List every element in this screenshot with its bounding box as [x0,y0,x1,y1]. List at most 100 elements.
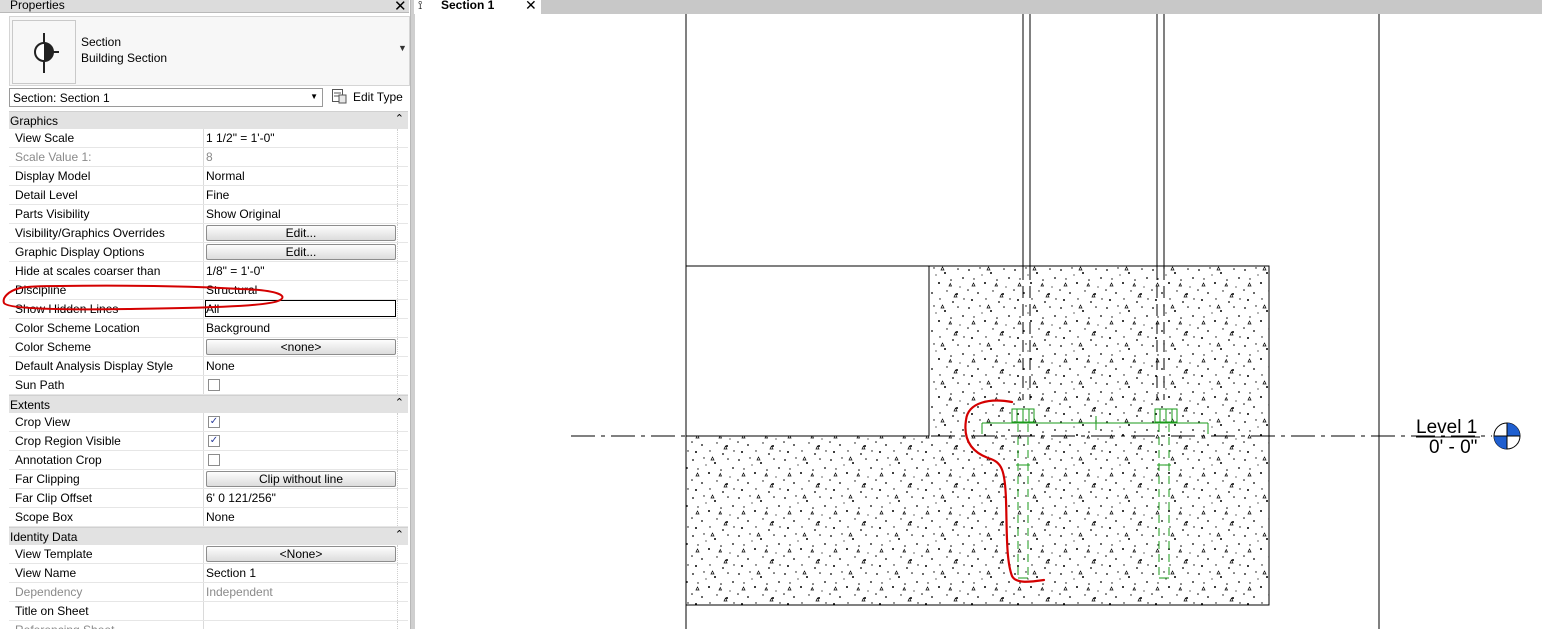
property-value: Independent [206,585,273,599]
grid-gutter [397,432,409,450]
property-value-cell[interactable]: 1 1/2" = 1'-0" [203,129,396,147]
property-row: Far Clipping Clip without line [9,470,408,489]
close-icon[interactable]: ✕ [394,0,407,15]
property-row: View Name Section 1 [9,564,408,583]
edit-type-button[interactable]: Edit Type [330,87,408,108]
tab-section-1[interactable]: ⟟ Section 1 ✕ [414,0,541,14]
property-checkbox[interactable]: ✓ [208,416,220,428]
grid-gutter [397,205,409,223]
property-value-cell[interactable]: Clip without line [203,470,396,488]
property-edit-button[interactable]: <None> [206,546,396,562]
property-value: 6' 0 121/256" [206,491,276,505]
grid-gutter [397,489,409,507]
section-header-graphics[interactable]: Graphics ⌃ [9,111,408,129]
properties-title-bar: Properties ✕ [0,0,409,15]
property-checkbox[interactable] [208,379,220,391]
property-label: Crop View [15,415,71,429]
property-value-cell[interactable]: Show Original [203,205,396,223]
property-edit-button[interactable]: Edit... [206,225,396,241]
property-label: Default Analysis Display Style [15,359,174,373]
property-row: View Template <None> [9,545,408,564]
drawing-canvas[interactable]: Level 1 0' - 0" [414,14,1542,629]
grid-gutter [397,413,409,431]
property-label: View Template [15,547,93,561]
property-value-cell[interactable]: 1/8" = 1'-0" [203,262,396,280]
instance-filter-value: Section: Section 1 [13,91,110,105]
type-selector[interactable]: Section Building Section ▼ [9,16,410,86]
property-value-cell[interactable]: None [203,508,396,526]
tab-label: Section 1 [441,0,495,12]
property-value-cell[interactable]: Edit... [203,224,396,242]
property-value-cell[interactable]: Fine [203,186,396,204]
property-label: Far Clip Offset [15,491,93,505]
collapse-icon[interactable]: ⌃ [395,112,404,125]
property-row: Detail Level Fine [9,186,408,205]
properties-grid: Graphics ⌃ View Scale 1 1/2" = 1'-0" Scale V… [9,111,408,629]
type-name-label: Building Section [81,51,168,65]
grid-gutter [397,545,409,563]
property-label: Graphic Display Options [15,245,145,259]
property-row: Default Analysis Display Style None [9,357,408,376]
property-row: Referencing Sheet [9,621,408,629]
collapse-icon[interactable]: ⌃ [395,528,404,541]
property-checkbox[interactable]: ✓ [208,435,220,447]
section-header-label: Extents [10,398,51,412]
property-value-cell[interactable]: ✓ [203,413,396,431]
grid-gutter [397,243,409,261]
property-label: Title on Sheet [15,604,89,618]
section-type-icon [12,20,76,84]
property-row: Far Clip Offset 6' 0 121/256" [9,489,408,508]
instance-filter-select[interactable]: Section: Section 1 ▼ [9,88,323,107]
property-label: Detail Level [15,188,78,202]
property-row: Title on Sheet [9,602,408,621]
property-label: Dependency [15,585,83,599]
property-row: Color Scheme <none> [9,338,408,357]
property-value-cell[interactable]: ✓ [203,432,396,450]
chevron-down-icon[interactable]: ▼ [310,92,318,101]
property-value-cell[interactable] [203,376,396,394]
section-header-identity-data[interactable]: Identity Data ⌃ [9,527,408,545]
property-value-cell[interactable]: None [203,357,396,375]
level-target-icon[interactable] [1493,422,1521,450]
property-value-cell: 8 [203,148,396,166]
property-label: View Name [15,566,77,580]
grid-gutter [397,564,409,582]
property-row: Graphic Display Options Edit... [9,243,408,262]
grid-gutter [397,319,409,337]
property-row: Scale Value 1: 8 [9,148,408,167]
property-row: Hide at scales coarser than 1/8" = 1'-0" [9,262,408,281]
property-label: Visibility/Graphics Overrides [15,226,165,240]
property-edit-button[interactable]: <none> [206,339,396,355]
grid-gutter [397,376,409,394]
property-value-cell[interactable]: Section 1 [203,564,396,582]
collapse-icon[interactable]: ⌃ [395,396,404,409]
property-value: Normal [206,169,245,183]
chevron-down-icon[interactable]: ▼ [398,43,407,53]
property-value-cell[interactable]: Normal [203,167,396,185]
property-value-cell[interactable] [203,451,396,469]
grid-gutter [397,224,409,242]
grid-gutter [397,129,409,147]
section-header-label: Identity Data [10,530,78,544]
close-icon[interactable]: ✕ [525,0,537,14]
property-value-cell[interactable]: Edit... [203,243,396,261]
grid-gutter [397,338,409,356]
property-row: Parts Visibility Show Original [9,205,408,224]
property-row: View Scale 1 1/2" = 1'-0" [9,129,408,148]
property-value-cell[interactable]: 6' 0 121/256" [203,489,396,507]
grid-gutter [397,602,409,620]
property-edit-button[interactable]: Edit... [206,244,396,260]
section-header-label: Graphics [10,114,59,128]
property-value-cell[interactable]: <none> [203,338,396,356]
property-value: Show Original [206,207,281,221]
property-edit-button[interactable]: Clip without line [206,471,396,487]
grid-gutter [397,470,409,488]
property-value-cell[interactable]: Background [203,319,396,337]
property-value: Background [206,321,271,335]
property-checkbox[interactable] [208,454,220,466]
section-header-extents[interactable]: Extents ⌃ [9,395,408,413]
property-value-cell[interactable]: <None> [203,545,396,563]
property-row: Scope Box None [9,508,408,527]
property-value-cell[interactable] [203,602,396,620]
property-value: Fine [206,188,230,202]
